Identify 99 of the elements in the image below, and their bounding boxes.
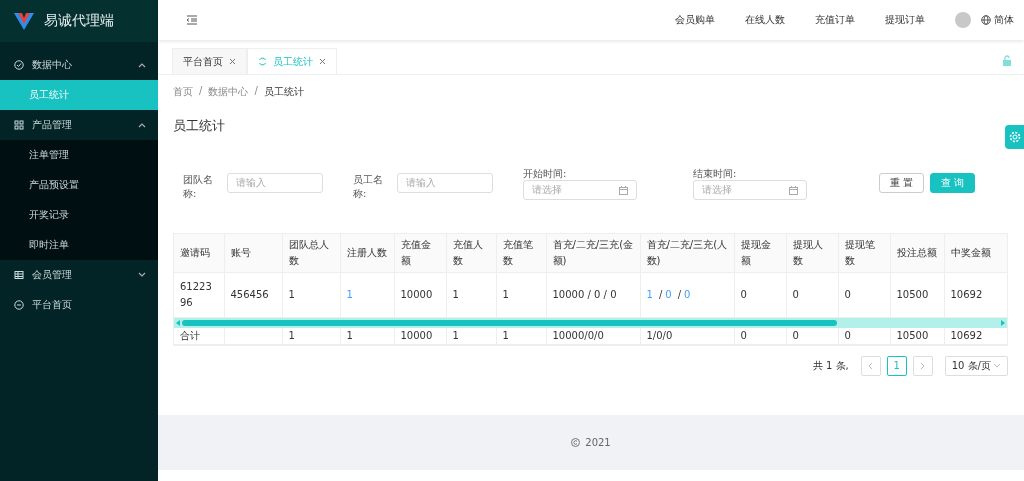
- unlock-icon[interactable]: [1002, 55, 1012, 66]
- field-label: 结束时间:: [693, 167, 738, 180]
- column-header: 提现人数: [786, 234, 838, 272]
- header-link[interactable]: 在线人数: [745, 13, 785, 27]
- prev-page-button[interactable]: [860, 355, 881, 376]
- table-cell: 0: [786, 272, 838, 317]
- table-cell: 10000 / 0 / 0: [546, 272, 640, 317]
- breadcrumb-separator: /: [254, 85, 258, 98]
- column-header: 账号: [224, 234, 282, 272]
- total-cell: 1/0/0: [640, 327, 734, 344]
- close-icon[interactable]: [319, 58, 326, 65]
- submenu-item[interactable]: 即时注单: [0, 230, 158, 260]
- column-header: 邀请码: [174, 234, 224, 272]
- column-header: 团队总人数: [282, 234, 340, 272]
- table-cell: 10692: [944, 272, 1007, 317]
- header-link[interactable]: 提现订单: [885, 13, 925, 27]
- total-cell: 10500: [890, 327, 944, 344]
- total-cell: 10000: [394, 327, 446, 344]
- minus-circle-icon: [14, 300, 24, 310]
- table-cell: 0: [838, 272, 890, 317]
- column-header: 首充/二充/三充(人数): [640, 234, 734, 272]
- footer-year: 2021: [585, 437, 611, 448]
- submenu-item[interactable]: 开奖记录: [0, 200, 158, 230]
- chevron-right-icon: [920, 361, 926, 370]
- calendar-icon: [789, 185, 798, 195]
- table-cell: 6122396: [174, 272, 224, 317]
- field-label: 开始时间:: [523, 167, 568, 180]
- settings-button[interactable]: [1005, 125, 1024, 149]
- column-header: 中奖金额: [944, 234, 1007, 272]
- button[interactable]: 重 置: [879, 173, 925, 193]
- caret-up-icon: [138, 62, 146, 68]
- menu-item[interactable]: 平台首页: [0, 290, 158, 320]
- horizontal-scrollbar[interactable]: [174, 317, 1007, 328]
- table-cell: 1: [446, 272, 496, 317]
- menu-item[interactable]: 会员管理: [0, 260, 158, 290]
- header-link[interactable]: 会员购单: [675, 13, 715, 27]
- column-header: 提现笔数: [838, 234, 890, 272]
- separator: /: [658, 288, 663, 300]
- app-name: 易诚代理端: [44, 12, 114, 30]
- scroll-right-icon[interactable]: [1001, 319, 1005, 326]
- chevron-left-icon: [868, 361, 874, 370]
- table-cell: 1: [496, 272, 546, 317]
- header-link[interactable]: 充值订单: [815, 13, 855, 27]
- settings-icon: [1008, 131, 1021, 143]
- close-icon[interactable]: [229, 58, 236, 65]
- total-cell: 10692: [944, 327, 1007, 344]
- logo-icon: [14, 12, 34, 30]
- field-label: 员工名称:: [353, 173, 384, 201]
- copyright-icon: [571, 438, 581, 447]
- table-cell: 456456: [224, 272, 282, 317]
- calendar-icon: [619, 185, 628, 195]
- scroll-thumb[interactable]: [182, 319, 837, 326]
- total-cell: 0: [838, 327, 890, 344]
- breadcrumb-separator: /: [199, 85, 203, 98]
- chevron-down-icon: [993, 363, 1001, 368]
- column-header: 注册人数: [340, 234, 394, 272]
- breadcrumb-link[interactable]: 数据中心: [208, 85, 249, 99]
- menu-fold-icon[interactable]: [186, 15, 198, 25]
- column-header: 投注总额: [890, 234, 944, 272]
- separator: /: [677, 288, 681, 300]
- total-cell: 1: [496, 327, 546, 344]
- page-title: 员工统计: [173, 117, 226, 135]
- table-cell: 10500: [890, 272, 944, 317]
- column-header: 充值笔数: [496, 234, 546, 272]
- avatar[interactable]: [955, 12, 971, 28]
- column-header: 首充/二充/三充(金额): [546, 234, 640, 272]
- table-cell: 0: [734, 272, 786, 317]
- total-count: 共 1 条,: [812, 358, 849, 373]
- submenu-item[interactable]: 注单管理: [0, 140, 158, 170]
- language-menu[interactable]: 简体: [994, 13, 1014, 27]
- column-header: 充值金额: [394, 234, 446, 272]
- scroll-left-icon[interactable]: [176, 319, 180, 326]
- table-cell: 10000: [394, 272, 446, 317]
- page-size-select[interactable]: 10 条/页: [944, 355, 1008, 376]
- total-cell: 0: [786, 327, 838, 344]
- grid-icon: [14, 120, 24, 130]
- total-cell: 1: [340, 327, 394, 344]
- total-cell: 1: [282, 327, 340, 344]
- total-cell: 10000/0/0: [546, 327, 640, 344]
- globe-icon: [981, 15, 991, 25]
- breadcrumb-link[interactable]: 首页: [173, 85, 193, 99]
- menu-item[interactable]: 数据中心: [0, 50, 158, 80]
- column-header: 提现金额: [734, 234, 786, 272]
- refresh-icon: [258, 57, 267, 66]
- breadcrumb-current: 员工统计: [263, 85, 304, 99]
- table-cell: 1: [282, 272, 340, 317]
- check-circle-icon: [14, 60, 24, 70]
- total-label: 合计: [174, 327, 224, 344]
- total-cell: 0: [734, 327, 786, 344]
- next-page-button[interactable]: [912, 355, 933, 376]
- tab[interactable]: 平台首页: [172, 48, 247, 74]
- submenu-item[interactable]: 产品预设置: [0, 170, 158, 200]
- column-header: 充值人数: [446, 234, 496, 272]
- field-label: 团队名称:: [183, 173, 214, 201]
- caret-up-icon: [138, 122, 146, 128]
- menu-item[interactable]: 产品管理: [0, 110, 158, 140]
- caret-down-icon: [138, 272, 146, 278]
- table-icon: [14, 270, 24, 280]
- total-cell: 1: [446, 327, 496, 344]
